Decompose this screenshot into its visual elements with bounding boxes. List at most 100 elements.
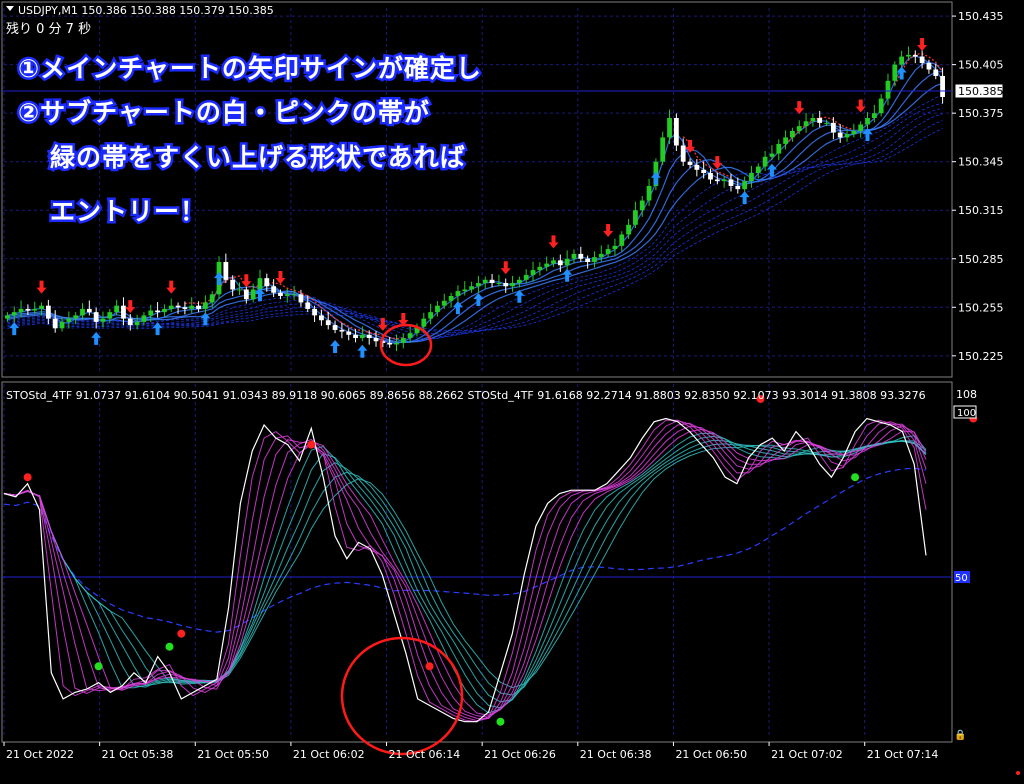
candle-body	[100, 318, 106, 322]
candle-body	[667, 118, 672, 138]
level-108-label: 108	[956, 388, 977, 401]
candle-body	[585, 258, 591, 262]
candle-body	[394, 342, 399, 345]
time-tick-label: 21 Oct 06:14	[389, 748, 461, 761]
candle-body	[783, 137, 788, 144]
candle-body	[114, 305, 120, 313]
candle-body	[339, 329, 345, 332]
candle-body	[353, 334, 358, 339]
candle-body	[448, 295, 454, 301]
candle-body	[633, 210, 638, 225]
time-tick-label: 21 Oct 06:38	[580, 748, 652, 761]
green-signal-dot	[851, 473, 860, 482]
candle-body	[32, 308, 38, 311]
status-dot	[1016, 771, 1020, 775]
candle-body	[134, 321, 140, 326]
candle-body	[284, 294, 290, 296]
candle-body	[155, 310, 160, 313]
candle-body	[428, 312, 434, 319]
candle-body	[933, 69, 939, 76]
time-tick-label: 21 Oct 07:14	[867, 748, 939, 761]
candle-body	[858, 124, 864, 131]
green-signal-dot	[94, 662, 103, 671]
candle-body	[18, 308, 24, 313]
candle-body	[312, 308, 317, 316]
price-tick-label: 150.315	[958, 204, 1004, 217]
candle-body	[237, 289, 242, 291]
candle-body	[612, 245, 618, 250]
annotation-line-2: ②サブチャートの白・ピンクの帯が	[18, 98, 430, 127]
current-price-tag: 150.385	[954, 83, 1004, 99]
candle-body	[851, 130, 857, 135]
red-signal-dot	[177, 629, 186, 638]
candle-body	[25, 308, 31, 311]
time-tick-label: 21 Oct 05:38	[102, 748, 174, 761]
candle-body	[168, 305, 174, 309]
candle-body	[182, 307, 188, 309]
candle-body	[516, 279, 522, 284]
time-tick-label: 21 Oct 05:50	[197, 748, 269, 761]
candle-body	[435, 305, 440, 313]
candle-body	[940, 75, 945, 97]
candle-body	[291, 294, 297, 296]
candle-body	[305, 302, 311, 309]
candle-body	[687, 161, 693, 165]
candle-body	[223, 261, 229, 280]
price-tick-label: 150.225	[958, 350, 1004, 363]
candle-body	[892, 64, 898, 81]
annotation-line-1: ①メインチャートの矢印サインが確定し	[18, 54, 482, 83]
candle-body	[592, 257, 597, 262]
candle-body	[755, 166, 761, 174]
chart-window: 150.435 150.405 150.375 150.345 150.315 150.2…	[0, 0, 1024, 784]
current-price-label: 150.385	[958, 85, 1004, 98]
candle-body	[250, 289, 256, 300]
candle-body	[400, 338, 406, 343]
candle-body	[503, 283, 509, 287]
candle-body	[359, 334, 365, 339]
candle-body	[530, 270, 536, 275]
candle-body	[93, 312, 99, 322]
candle-body	[107, 312, 113, 319]
candle-body	[441, 300, 447, 306]
candle-body	[121, 305, 126, 319]
price-tick-label: 150.435	[958, 10, 1004, 23]
candle-body	[510, 283, 515, 287]
candle-body	[319, 315, 324, 321]
candle-body	[551, 260, 556, 264]
candle-body	[73, 315, 79, 319]
red-signal-dot	[307, 440, 316, 449]
candle-body	[59, 321, 65, 329]
candle-body	[578, 253, 584, 259]
candle-body	[708, 173, 713, 180]
candle-body	[735, 185, 741, 190]
price-tick-label: 150.405	[958, 59, 1004, 72]
candle-body	[162, 308, 167, 313]
candle-body	[66, 318, 72, 322]
candle-body	[598, 253, 604, 258]
candle-body	[871, 113, 877, 119]
candle-body	[885, 80, 891, 99]
candle-body	[878, 98, 884, 114]
candle-body	[496, 283, 502, 285]
candle-body	[926, 63, 932, 70]
candle-body	[803, 121, 809, 127]
candle-body	[243, 289, 249, 300]
candle-body	[830, 122, 836, 133]
time-tick-label: 21 Oct 06:02	[293, 748, 365, 761]
candle-body	[837, 132, 843, 138]
level-100-label: 100	[957, 408, 976, 419]
stochastic-subwindow[interactable]: STOStd_4TF 91.0737 91.6104 90.5041 91.03…	[1, 381, 1024, 743]
candle-body	[817, 118, 823, 123]
candle-body	[230, 279, 236, 290]
candle-body	[721, 179, 727, 182]
candle-body	[421, 318, 427, 327]
candle-body	[762, 156, 768, 167]
candle-body	[482, 279, 488, 284]
candle-body	[912, 54, 918, 57]
candle-body	[407, 333, 413, 339]
indicator-header: STOStd_4TF 91.0737 91.6104 90.5041 91.03…	[6, 389, 926, 402]
candle-body	[264, 278, 270, 287]
candle-body	[469, 286, 474, 290]
price-tick-label: 150.375	[958, 107, 1004, 120]
candle-body	[298, 294, 304, 303]
